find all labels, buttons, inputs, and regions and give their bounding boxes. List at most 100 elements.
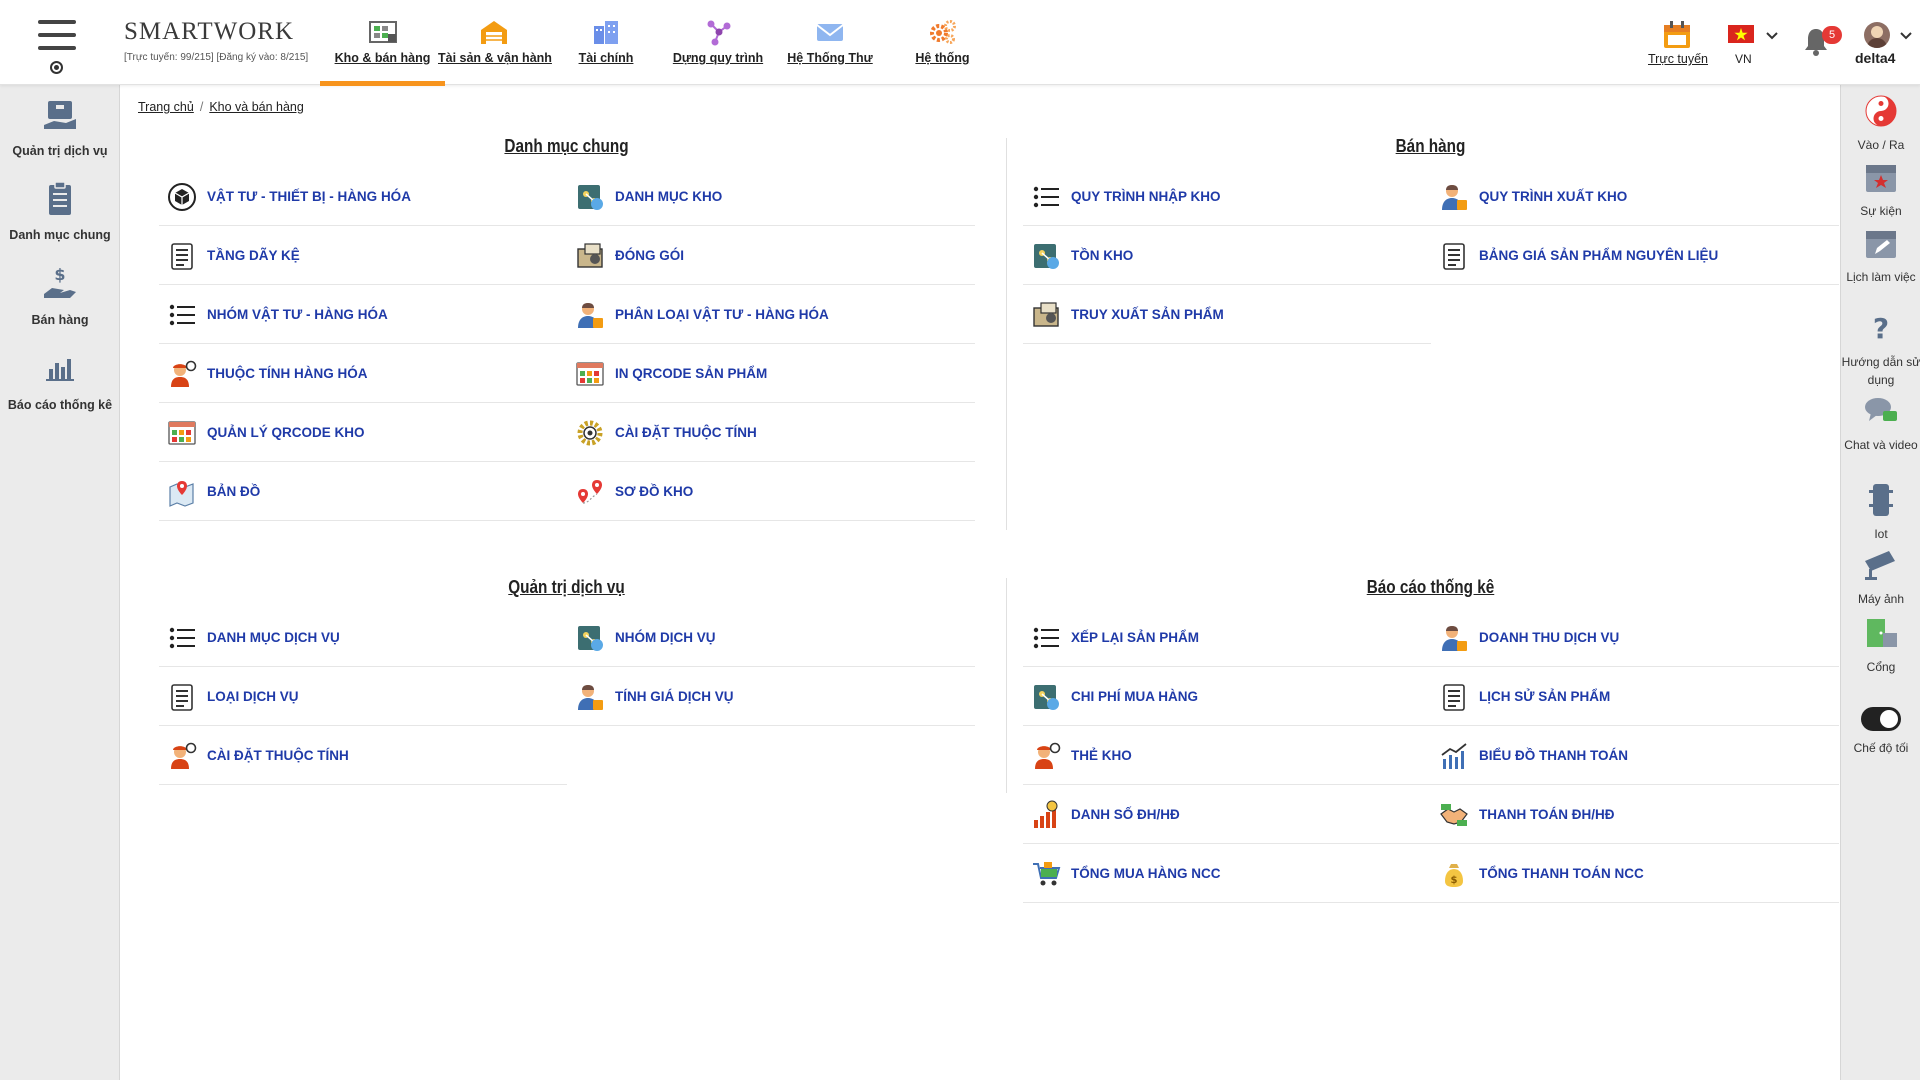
menu-item[interactable]: BẢN ĐỒ: [159, 462, 567, 521]
tab-dung-quy-trinh[interactable]: Dựng quy trình: [668, 0, 768, 85]
menu-hamburger-icon[interactable]: [38, 20, 76, 54]
menu-item-label: BIỂU ĐỒ THANH TOÁN: [1479, 748, 1629, 763]
online-link[interactable]: Trực tuyến: [1648, 52, 1708, 66]
tab-tai-san-van-hanh[interactable]: Tài sản & vận hành: [438, 0, 552, 85]
yin-yang-icon: [1865, 95, 1897, 127]
menu-item[interactable]: DANH SỐ ĐH/HĐ: [1023, 785, 1431, 844]
menu-item[interactable]: VẬT TƯ - THIẾT BỊ - HÀNG HÓA: [159, 167, 567, 226]
menu-item[interactable]: NHÓM DỊCH VỤ: [567, 608, 975, 667]
sidebar-item-chat-video[interactable]: Chat và video: [1841, 393, 1920, 454]
menu-item[interactable]: ĐÓNG GÓI: [567, 226, 975, 285]
sidebar-item-su-kien[interactable]: Sự kiện: [1841, 159, 1920, 220]
brand-logo[interactable]: SMARTWORK: [124, 18, 294, 46]
menu-item-label: DANH MỤC KHO: [615, 189, 723, 204]
chevron-down-icon[interactable]: [1765, 31, 1779, 41]
menu-item[interactable]: TÍNH GIÁ DỊCH VỤ: [567, 667, 975, 726]
menu-item[interactable]: LOẠI DỊCH VỤ: [159, 667, 567, 726]
menu-item[interactable]: TỒN KHO: [1023, 226, 1431, 285]
sidebar-item-che-do-toi[interactable]: Chế độ tối: [1841, 707, 1920, 757]
menu-item-label: TỒN KHO: [1071, 248, 1134, 263]
qr-grid-icon: [576, 362, 604, 386]
menu-item[interactable]: TRUY XUẤT SẢN PHẨM: [1023, 285, 1431, 344]
sidebar-item-huong-dan[interactable]: ? Hướng dẫn sử dụng: [1841, 310, 1920, 389]
tab-tai-chinh[interactable]: Tài chính: [570, 0, 642, 85]
avatar[interactable]: [1864, 22, 1890, 48]
menu-item[interactable]: BIỂU ĐỒ THANH TOÁN: [1431, 726, 1839, 785]
menu-item-label: NHÓM VẬT TƯ - HÀNG HÓA: [207, 307, 388, 322]
menu-item[interactable]: XẾP LẠI SẢN PHẨM: [1023, 608, 1431, 667]
calendar-online-icon[interactable]: [1662, 20, 1692, 50]
workflow-icon: [707, 20, 731, 46]
username[interactable]: delta4: [1855, 50, 1895, 66]
tab-kho-ban-hang[interactable]: Kho & bán hàng: [320, 0, 445, 86]
network-icon: [578, 626, 603, 651]
network-icon: [578, 185, 603, 210]
sidebar-item-cong[interactable]: Cổng: [1841, 615, 1920, 676]
menu-item[interactable]: DANH MỤC KHO: [567, 167, 975, 226]
gear-icon: [577, 420, 603, 446]
section-ban-hang: Bán hàng QUY TRÌNH NHẬP KHO QUY TRÌNH XUẤT…: [1023, 130, 1839, 550]
menu-item[interactable]: LỊCH SỬ SẢN PHẨM: [1431, 667, 1839, 726]
calendar-edit-icon: [1866, 231, 1896, 258]
breadcrumb-home[interactable]: Trang chủ: [138, 100, 194, 114]
menu-item[interactable]: TẦNG DÃY KỆ: [159, 226, 567, 285]
menu-item[interactable]: SƠ ĐỒ KHO: [567, 462, 975, 521]
notification-badge: 5: [1822, 26, 1842, 44]
chevron-down-icon[interactable]: [1899, 31, 1913, 41]
left-sidebar: Quản trị dịch vụ Danh mục chung $ Bán hà…: [0, 85, 120, 1080]
network-icon: [1034, 244, 1059, 269]
collapse-toggle-icon[interactable]: [50, 61, 63, 74]
gears-icon: [929, 20, 956, 44]
sidebar-item-bao-cao-thong-ke[interactable]: Báo cáo thống kê: [0, 349, 120, 412]
tab-he-thong-thu[interactable]: Hệ Thống Thư: [785, 0, 875, 85]
dark-mode-toggle[interactable]: [1861, 707, 1901, 731]
breadcrumb-current[interactable]: Kho và bán hàng: [209, 100, 304, 114]
sidebar-item-ban-hang[interactable]: $ Bán hàng: [0, 264, 120, 327]
sidebar-item-label: Chat và video: [1844, 438, 1918, 452]
menu-item[interactable]: CÀI ĐẶT THUỘC TÍNH: [567, 403, 975, 462]
sidebar-item-iot[interactable]: Iot: [1841, 482, 1920, 543]
menu-item[interactable]: NHÓM VẬT TƯ - HÀNG HÓA: [159, 285, 567, 344]
menu-item[interactable]: QUY TRÌNH NHẬP KHO: [1023, 167, 1431, 226]
menu-item[interactable]: PHÂN LOẠI VẬT TƯ - HÀNG HÓA: [567, 285, 975, 344]
menu-item[interactable]: THANH TOÁN ĐH/HĐ: [1431, 785, 1839, 844]
tab-label: Tài chính: [578, 51, 634, 65]
sidebar-item-label: Sự kiện: [1860, 204, 1902, 218]
map-pin-icon: [578, 480, 602, 504]
sidebar-item-may-anh[interactable]: Máy ảnh: [1841, 547, 1920, 608]
handshake-icon: [1440, 804, 1468, 826]
menu-item[interactable]: CÀI ĐẶT THUỘC TÍNH: [159, 726, 567, 785]
person-icon: [578, 303, 603, 328]
menu-item[interactable]: QUY TRÌNH XUẤT KHO: [1431, 167, 1839, 226]
menu-item[interactable]: CHI PHÍ MUA HÀNG: [1023, 667, 1431, 726]
menu-item[interactable]: DOANH THU DỊCH VỤ: [1431, 608, 1839, 667]
sidebar-item-danh-muc-chung[interactable]: Danh mục chung: [0, 179, 120, 242]
menu-item[interactable]: BẢNG GIÁ SẢN PHẨM NGUYÊN LIỆU: [1431, 226, 1839, 285]
menu-item-label: TÍNH GIÁ DỊCH VỤ: [615, 689, 734, 704]
menu-item[interactable]: IN QRCODE SẢN PHẨM: [567, 344, 975, 403]
person-icon: [1442, 626, 1467, 651]
qr-grid-icon: [168, 421, 196, 445]
section-title: Bán hàng: [1395, 136, 1466, 156]
tab-label: Dựng quy trình: [672, 51, 764, 65]
menu-item-label: SƠ ĐỒ KHO: [615, 484, 694, 499]
menu-item-label: BẢN ĐỒ: [207, 484, 261, 499]
tab-label: Tài sản & vận hành: [438, 51, 552, 65]
sidebar-item-label: Quản trị dịch vụ: [12, 144, 108, 158]
sidebar-item-label: Báo cáo thống kê: [7, 398, 113, 412]
sidebar-item-lich-lam-viec[interactable]: Lịch làm việc: [1841, 225, 1920, 286]
menu-item[interactable]: $ TỔNG THANH TOÁN NCC: [1431, 844, 1839, 903]
document-icon: [1443, 243, 1465, 270]
sidebar-item-vao-ra[interactable]: Vào / Ra: [1841, 93, 1920, 154]
menu-item[interactable]: QUẢN LÝ QRCODE KHO: [159, 403, 567, 462]
menu-item[interactable]: THẺ KHO: [1023, 726, 1431, 785]
sidebar-item-quan-tri-dich-vu[interactable]: Quản trị dịch vụ: [0, 95, 120, 158]
tab-he-thong[interactable]: Hệ thống: [900, 0, 985, 85]
menu-item[interactable]: DANH MỤC DỊCH VỤ: [159, 608, 567, 667]
menu-item[interactable]: TỔNG MUA HÀNG NCC: [1023, 844, 1431, 903]
menu-item[interactable]: THUỘC TÍNH HÀNG HÓA: [159, 344, 567, 403]
person-icon: [578, 685, 603, 710]
menu-item-label: THANH TOÁN ĐH/HĐ: [1479, 807, 1615, 822]
bars-coin-icon: [1034, 800, 1058, 828]
vietnam-flag-icon[interactable]: [1728, 25, 1754, 43]
